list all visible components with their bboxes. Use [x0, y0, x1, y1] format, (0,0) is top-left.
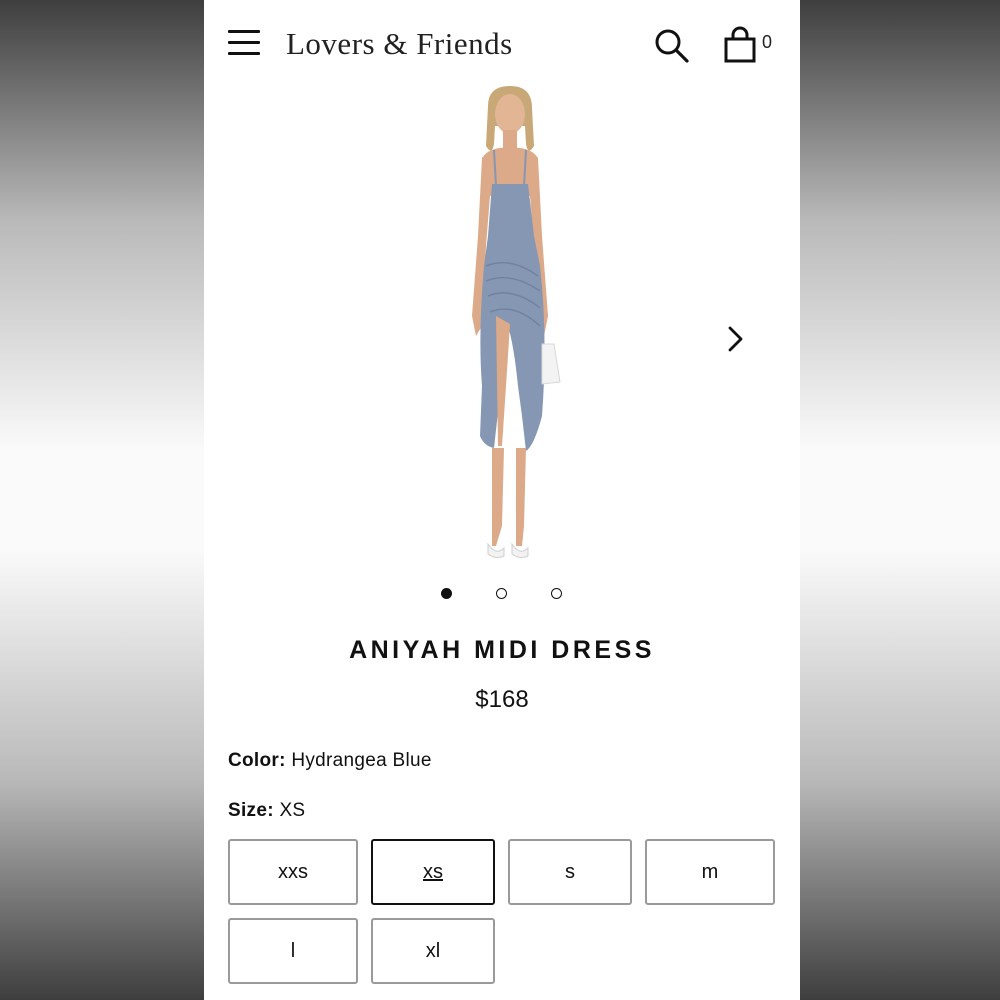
hamburger-menu-icon[interactable]	[228, 30, 262, 60]
size-option-xl[interactable]: xl	[371, 918, 495, 984]
chevron-right-icon[interactable]	[720, 324, 750, 354]
size-option-label: xs	[423, 860, 443, 883]
gallery-pagination	[204, 586, 800, 602]
size-option-label: xl	[425, 939, 441, 962]
color-value: Hydrangea Blue	[291, 750, 432, 771]
size-row: Size: XS	[228, 800, 305, 822]
gallery-dot-3[interactable]	[551, 588, 562, 599]
size-label: Size:	[228, 800, 274, 821]
size-option-xxs[interactable]: xxs	[228, 839, 358, 905]
brand-logo[interactable]: Lovers & Friends	[286, 26, 513, 62]
background-blur-right	[800, 0, 1000, 1000]
product-gallery	[204, 86, 800, 566]
size-option-xs[interactable]: xs	[371, 839, 495, 905]
size-option-label: s	[565, 860, 575, 883]
cart-count: 0	[762, 32, 773, 52]
size-option-label: m	[701, 860, 719, 883]
size-option-label: xxs	[278, 860, 308, 883]
size-option-s[interactable]: s	[508, 839, 632, 905]
phone-screen: Lovers & Friends 0 ANIYAH MIDI DRESS $16…	[204, 0, 800, 1000]
product-image[interactable]	[430, 86, 590, 566]
gallery-dot-1[interactable]	[441, 588, 452, 599]
color-label: Color:	[228, 750, 286, 771]
site-header: Lovers & Friends 0	[204, 0, 800, 86]
size-value: XS	[279, 800, 306, 821]
product-title: ANIYAH MIDI DRESS	[349, 636, 655, 664]
search-icon[interactable]	[654, 28, 690, 64]
color-row: Color: Hydrangea Blue	[228, 750, 432, 772]
shopping-bag-icon[interactable]	[722, 26, 758, 64]
gallery-dot-2[interactable]	[496, 588, 507, 599]
product-price: $168	[475, 686, 529, 713]
background-blur-left	[0, 0, 204, 1000]
size-option-label: l	[290, 939, 296, 962]
size-option-l[interactable]: l	[228, 918, 358, 984]
size-option-m[interactable]: m	[645, 839, 775, 905]
